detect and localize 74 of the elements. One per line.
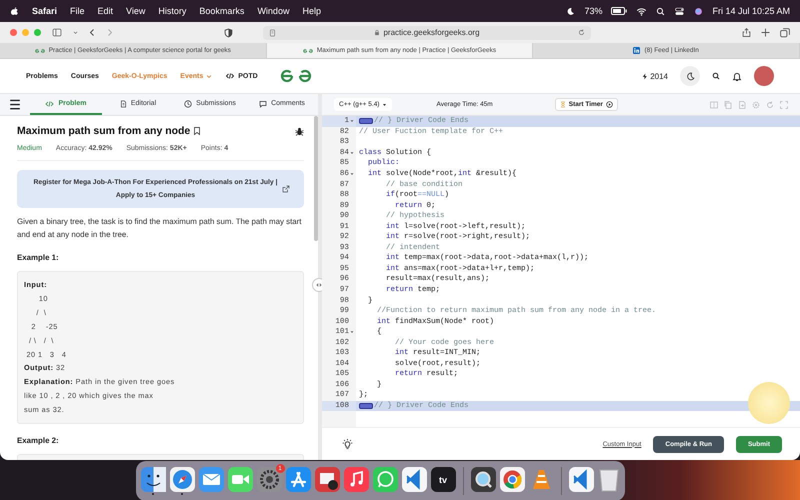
external-link-icon bbox=[282, 185, 290, 193]
code-icon bbox=[45, 100, 54, 108]
reload-icon[interactable] bbox=[578, 29, 585, 36]
menu-item[interactable]: Edit bbox=[98, 6, 114, 16]
envelope-icon[interactable] bbox=[198, 467, 224, 492]
video-camera-icon[interactable] bbox=[228, 467, 252, 492]
clock-icon bbox=[184, 100, 192, 108]
lightning-icon bbox=[642, 72, 648, 80]
address-bar[interactable]: practice.geeksforgeeks.org bbox=[263, 26, 591, 40]
play-icon bbox=[606, 101, 613, 108]
tabs-icon[interactable] bbox=[780, 28, 790, 38]
fold-arrow-icon[interactable] bbox=[350, 172, 354, 176]
bell-icon[interactable] bbox=[732, 70, 742, 82]
menu-item[interactable]: File bbox=[70, 6, 85, 16]
menu-item[interactable]: Help bbox=[302, 6, 321, 16]
arrows-icon bbox=[315, 282, 323, 288]
chevron-down-icon[interactable] bbox=[73, 30, 78, 35]
theme-toggle-button[interactable] bbox=[680, 66, 700, 86]
app-label: tv bbox=[438, 474, 447, 484]
app-tile[interactable]: tv bbox=[430, 467, 456, 492]
caret-icon bbox=[206, 74, 212, 78]
bug-icon[interactable] bbox=[295, 126, 304, 136]
apple-icon bbox=[10, 6, 19, 16]
moon-icon bbox=[566, 6, 576, 16]
streak-count: 2014 bbox=[650, 72, 668, 80]
menu-icon[interactable] bbox=[8, 99, 22, 110]
problem-title: Maximum path sum from any node bbox=[17, 125, 190, 137]
code-icon bbox=[225, 72, 236, 80]
code-editor-icon[interactable] bbox=[568, 467, 594, 492]
shield-icon bbox=[224, 28, 233, 38]
search-icon bbox=[656, 6, 666, 16]
avatar[interactable] bbox=[754, 66, 774, 86]
magnifier-icon[interactable] bbox=[470, 467, 496, 492]
battery-percentage: 73% bbox=[584, 6, 602, 16]
plus-icon[interactable] bbox=[761, 28, 770, 37]
clock: Fri 14 Jul 10:25 AM bbox=[712, 6, 790, 16]
menu-item[interactable]: History bbox=[158, 6, 186, 16]
circle-logo-icon[interactable] bbox=[500, 467, 524, 492]
trash-icon[interactable] bbox=[598, 467, 620, 492]
page-icon bbox=[269, 28, 276, 36]
fold-marker-icon[interactable] bbox=[359, 118, 373, 124]
back-icon[interactable] bbox=[88, 28, 96, 37]
wifi-icon bbox=[636, 6, 648, 16]
code-editor-icon[interactable] bbox=[402, 467, 426, 492]
app-menu[interactable]: Safari bbox=[32, 6, 58, 16]
hourglass-icon bbox=[560, 101, 566, 108]
scrollbar[interactable] bbox=[314, 116, 318, 241]
logo-icon bbox=[280, 68, 312, 84]
moon-icon bbox=[686, 72, 694, 80]
fold-marker-icon[interactable] bbox=[359, 403, 373, 410]
site-logo-icon bbox=[633, 47, 640, 54]
caret-icon bbox=[382, 102, 388, 106]
lightbulb-icon[interactable] bbox=[342, 438, 353, 450]
close-button[interactable] bbox=[10, 29, 17, 36]
speech-bubble-icon bbox=[259, 100, 268, 108]
menu-item[interactable]: View bbox=[126, 6, 146, 16]
orb-icon bbox=[694, 6, 704, 16]
url-text: practice.geeksforgeeks.org bbox=[383, 28, 480, 37]
menu-item[interactable]: Window bbox=[257, 6, 290, 16]
smiling-face-icon[interactable] bbox=[140, 467, 166, 492]
photo-stack-icon[interactable] bbox=[314, 467, 340, 492]
search-icon[interactable] bbox=[712, 72, 720, 80]
bookmark-icon[interactable] bbox=[193, 126, 202, 136]
music-note-icon[interactable] bbox=[344, 467, 368, 492]
lock-icon bbox=[374, 29, 380, 36]
sidebar-icon[interactable] bbox=[51, 28, 63, 37]
document-icon bbox=[120, 100, 127, 108]
site-logo-icon bbox=[302, 48, 313, 54]
site-logo-icon bbox=[34, 48, 45, 54]
phone-bubble-icon[interactable] bbox=[372, 467, 398, 492]
share-icon[interactable] bbox=[742, 27, 751, 38]
battery-icon bbox=[611, 7, 628, 15]
menu-item[interactable]: Bookmarks bbox=[199, 6, 244, 16]
toggle-switches-icon bbox=[674, 6, 686, 16]
